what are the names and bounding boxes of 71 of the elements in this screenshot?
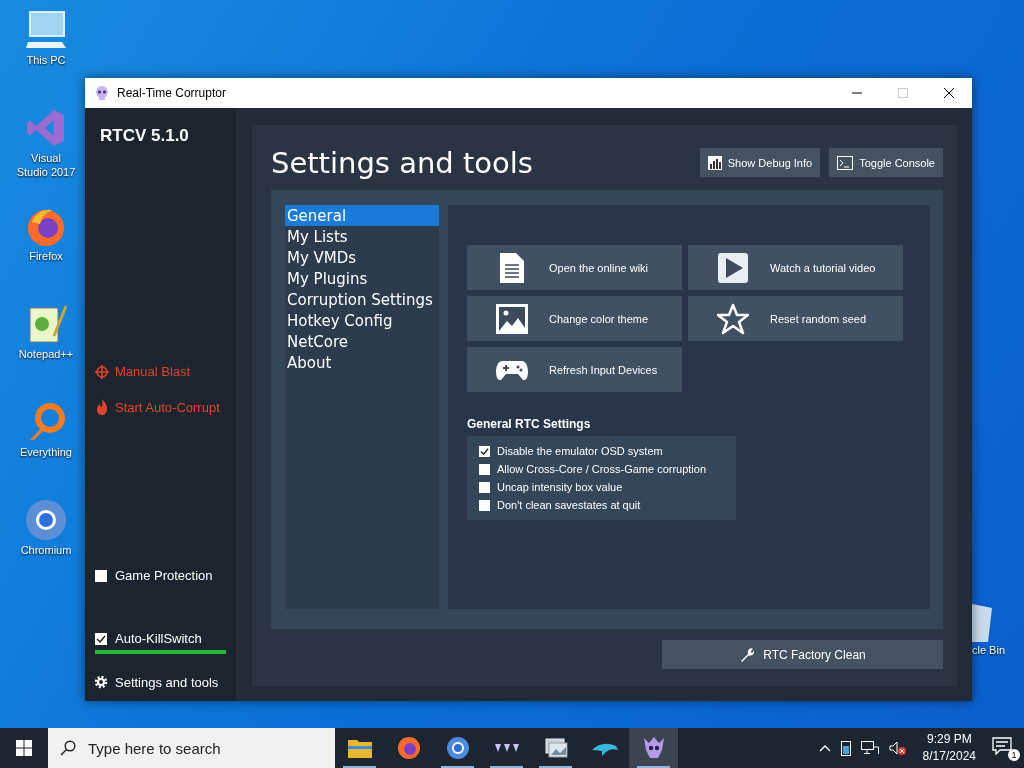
version-label: RTCV 5.1.0 xyxy=(99,126,190,146)
settings-link[interactable]: Settings and tools xyxy=(93,674,226,690)
wrench-icon xyxy=(739,646,756,663)
play-icon xyxy=(718,252,748,283)
group-title: General RTC Settings xyxy=(467,417,592,431)
clock[interactable]: 9:29 PM 8/17/2024 xyxy=(922,731,976,765)
chevron-up-icon[interactable] xyxy=(818,744,831,752)
menu-item[interactable]: Hotkey Config xyxy=(285,310,439,331)
chromium-icon xyxy=(445,736,470,760)
chromium-icon[interactable] xyxy=(24,498,68,542)
battery-icon[interactable] xyxy=(840,740,851,756)
muted-speaker-icon[interactable] xyxy=(888,741,907,755)
terminal-icon xyxy=(837,155,854,170)
menu-item[interactable]: My Lists xyxy=(285,226,439,247)
menu-item[interactable]: Corruption Settings xyxy=(285,289,439,310)
network-icon[interactable] xyxy=(860,741,879,755)
tool-tile[interactable]: Reset random seed xyxy=(688,296,903,341)
skull-icon xyxy=(641,736,666,760)
star-icon xyxy=(717,302,749,335)
tool-tile[interactable]: Refresh Input Devices xyxy=(467,347,682,392)
action-link[interactable]: Manual Blast xyxy=(95,364,226,379)
desktop-icon-label[interactable]: Everything xyxy=(20,446,72,460)
desktop-icon-label[interactable]: cle Bin xyxy=(972,644,1006,658)
desktop-icon-label[interactable]: Notepad++ xyxy=(18,348,74,362)
game-protection-checkbox[interactable]: Game Protection xyxy=(95,568,226,583)
triangles-icon xyxy=(494,742,519,754)
tool-tile[interactable]: Change color theme xyxy=(467,296,682,341)
photo-stack-icon xyxy=(543,737,568,759)
action-link[interactable]: Start Auto-Corrupt xyxy=(95,399,226,415)
tool-tile[interactable]: Open the online wiki xyxy=(467,245,682,290)
header-button[interactable]: Toggle Console xyxy=(829,148,943,177)
picture-frame-icon xyxy=(496,303,528,334)
desktop-icon-label[interactable]: Chromium xyxy=(20,544,72,558)
header-button[interactable]: Show Debug Info xyxy=(699,148,821,177)
menu-item[interactable]: My VMDs xyxy=(285,247,439,268)
flame-icon xyxy=(95,399,109,415)
desktop-icon-label[interactable]: This PC xyxy=(26,54,66,68)
maximize-icon xyxy=(897,87,909,99)
check-icon xyxy=(96,633,106,644)
skull-icon xyxy=(94,85,110,101)
option-checkbox[interactable]: Disable the emulator OSD system xyxy=(479,445,724,457)
windows-logo-icon xyxy=(16,740,32,756)
menu-item[interactable]: NetCore xyxy=(285,331,439,352)
menu-item[interactable]: General xyxy=(285,205,439,226)
menu-item[interactable]: About xyxy=(285,352,439,373)
crosshair-icon xyxy=(95,364,109,379)
tool-tile[interactable]: Watch a tutorial video xyxy=(688,245,903,290)
document-icon xyxy=(500,252,524,283)
close-icon xyxy=(943,87,955,99)
page-title: Settings and tools xyxy=(271,145,533,180)
option-checkbox[interactable]: Allow Cross-Core / Cross-Game corruption xyxy=(479,463,724,475)
folder-icon xyxy=(347,738,372,758)
desktop-icon-label[interactable]: Firefox xyxy=(29,250,63,264)
window-title: Real-Time Corruptor xyxy=(117,86,226,100)
search-field[interactable]: Type here to search xyxy=(48,728,335,768)
gear-icon xyxy=(93,674,109,690)
time-label: 9:29 PM xyxy=(926,731,972,748)
date-label: 8/17/2024 xyxy=(922,748,976,765)
factory-clean-button[interactable]: RTC Factory Clean xyxy=(662,640,943,669)
option-checkbox[interactable]: Don't clean savestates at quit xyxy=(479,499,724,511)
search-icon xyxy=(60,740,76,756)
menu-item[interactable]: My Plugins xyxy=(285,268,439,289)
gamepad-icon xyxy=(496,358,528,381)
notification-badge: 1 xyxy=(1008,749,1020,761)
killswitch-checkbox[interactable]: Auto-KillSwitch xyxy=(95,631,226,646)
fox-globe-icon xyxy=(396,736,421,760)
option-checkbox[interactable]: Uncap intensity box value xyxy=(479,481,724,493)
check-icon xyxy=(480,446,489,456)
notification-icon[interactable] xyxy=(992,737,1012,755)
desktop-icon-label[interactable]: Visual Studio 2017 xyxy=(16,152,76,180)
bar-chart-icon xyxy=(707,155,722,170)
